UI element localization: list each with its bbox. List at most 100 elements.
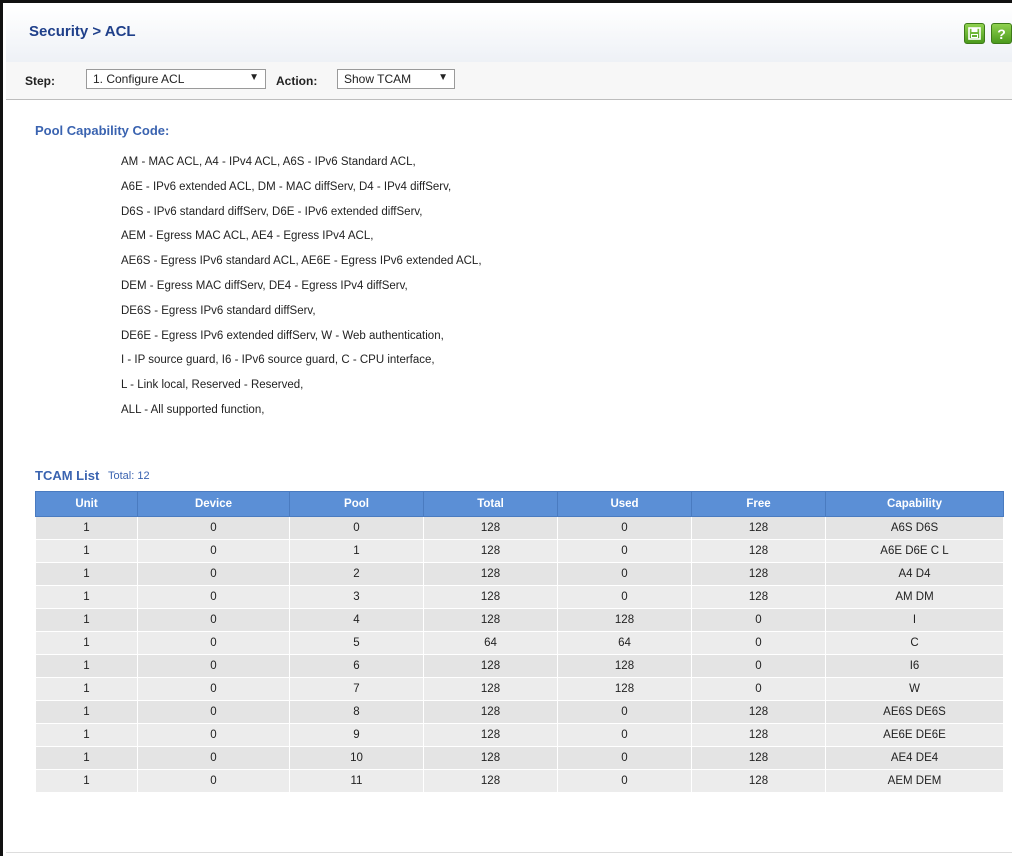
cell-device: 0 (137, 723, 290, 747)
cell-pool: 9 (289, 723, 424, 747)
cell-pool: 5 (289, 631, 424, 655)
action-label: Action: (276, 74, 318, 88)
table-row: 1 0 3 128 0 128 AM DM (35, 585, 1004, 609)
step-select-value: 1. Configure ACL (93, 72, 185, 86)
cell-pool: 6 (289, 654, 424, 678)
help-glyph: ? (997, 25, 1006, 42)
cell-total: 128 (423, 746, 558, 770)
cell-capability: W (825, 677, 1004, 701)
pool-capability-title: Pool Capability Code: (35, 123, 170, 138)
column-header-free: Free (691, 491, 826, 517)
action-select-value: Show TCAM (344, 72, 412, 86)
save-icon-glyph (968, 27, 981, 40)
chevron-down-icon: ▼ (249, 72, 259, 83)
table-row: 1 0 11 128 0 128 AEM DEM (35, 769, 1004, 793)
cell-unit: 1 (35, 700, 138, 724)
table-row: 1 0 5 64 64 0 C (35, 631, 1004, 655)
cell-pool: 2 (289, 562, 424, 586)
cell-free: 0 (691, 654, 826, 678)
cell-unit: 1 (35, 769, 138, 793)
footer-divider (6, 852, 1012, 853)
cell-free: 128 (691, 516, 826, 540)
cell-free: 0 (691, 608, 826, 632)
cell-used: 128 (557, 654, 692, 678)
cell-used: 0 (557, 769, 692, 793)
table-row: 1 0 6 128 128 0 I6 (35, 654, 1004, 678)
cell-unit: 1 (35, 631, 138, 655)
cell-unit: 1 (35, 516, 138, 540)
cell-total: 128 (423, 677, 558, 701)
cell-unit: 1 (35, 654, 138, 678)
cell-device: 0 (137, 746, 290, 770)
cell-pool: 0 (289, 516, 424, 540)
table-header-row: Unit Device Pool Total Used Free Capabil… (35, 491, 1004, 517)
cell-device: 0 (137, 516, 290, 540)
cell-capability: AEM DEM (825, 769, 1004, 793)
cell-used: 128 (557, 608, 692, 632)
cell-unit: 1 (35, 746, 138, 770)
cell-pool: 1 (289, 539, 424, 563)
cell-unit: 1 (35, 608, 138, 632)
cell-pool: 11 (289, 769, 424, 793)
column-header-used: Used (557, 491, 692, 517)
cell-used: 0 (557, 585, 692, 609)
column-header-total: Total (423, 491, 558, 517)
table-row: 1 0 4 128 128 0 I (35, 608, 1004, 632)
cell-pool: 8 (289, 700, 424, 724)
capability-code-line: A6E - IPv6 extended ACL, DM - MAC diffSe… (121, 180, 452, 193)
cell-unit: 1 (35, 562, 138, 586)
column-header-capability: Capability (825, 491, 1004, 517)
cell-device: 0 (137, 608, 290, 632)
cell-capability: I6 (825, 654, 1004, 678)
cell-used: 64 (557, 631, 692, 655)
cell-free: 0 (691, 631, 826, 655)
page-title: Security > ACL (29, 23, 136, 40)
chevron-down-icon: ▼ (438, 72, 448, 83)
cell-free: 0 (691, 677, 826, 701)
table-row: 1 0 1 128 0 128 A6E D6E C L (35, 539, 1004, 563)
table-row: 1 0 9 128 0 128 AE6E DE6E (35, 723, 1004, 747)
pool-capability-list: AM - MAC ACL, A4 - IPv4 ACL, A6S - IPv6 … (121, 155, 482, 428)
table-row: 1 0 2 128 0 128 A4 D4 (35, 562, 1004, 586)
cell-capability: A6S D6S (825, 516, 1004, 540)
cell-device: 0 (137, 654, 290, 678)
page-frame: Security > ACL ? Step: 1. Configure ACL … (0, 0, 1012, 856)
cell-pool: 10 (289, 746, 424, 770)
capability-code-line: AM - MAC ACL, A4 - IPv4 ACL, A6S - IPv6 … (121, 156, 416, 168)
cell-used: 0 (557, 539, 692, 563)
cell-used: 0 (557, 516, 692, 540)
cell-free: 128 (691, 562, 826, 586)
cell-total: 128 (423, 769, 558, 793)
cell-unit: 1 (35, 677, 138, 701)
cell-device: 0 (137, 539, 290, 563)
action-select[interactable]: Show TCAM ▼ (337, 69, 455, 89)
cell-pool: 3 (289, 585, 424, 609)
save-icon[interactable] (964, 23, 985, 44)
page-header: Security > ACL ? (6, 6, 1012, 63)
cell-device: 0 (137, 562, 290, 586)
table-row: 1 0 0 128 0 128 A6S D6S (35, 516, 1004, 540)
cell-total: 128 (423, 516, 558, 540)
cell-used: 0 (557, 746, 692, 770)
cell-capability: AE6E DE6E (825, 723, 1004, 747)
cell-device: 0 (137, 585, 290, 609)
tcam-list-title: TCAM List (35, 468, 100, 483)
cell-capability: AE6S DE6S (825, 700, 1004, 724)
cell-capability: I (825, 608, 1004, 632)
cell-device: 0 (137, 677, 290, 701)
column-header-pool: Pool (289, 491, 424, 517)
cell-total: 128 (423, 723, 558, 747)
table-row: 1 0 10 128 0 128 AE4 DE4 (35, 746, 1004, 770)
help-icon[interactable]: ? (991, 23, 1012, 44)
cell-unit: 1 (35, 723, 138, 747)
capability-code-line: ALL - All supported function, (121, 403, 265, 416)
cell-free: 128 (691, 539, 826, 563)
cell-total: 128 (423, 700, 558, 724)
cell-capability: C (825, 631, 1004, 655)
cell-pool: 7 (289, 677, 424, 701)
table-row: 1 0 7 128 128 0 W (35, 677, 1004, 701)
cell-total: 128 (423, 562, 558, 586)
step-select[interactable]: 1. Configure ACL ▼ (86, 69, 266, 89)
cell-free: 128 (691, 700, 826, 724)
capability-code-line: L - Link local, Reserved - Reserved, (121, 379, 304, 392)
